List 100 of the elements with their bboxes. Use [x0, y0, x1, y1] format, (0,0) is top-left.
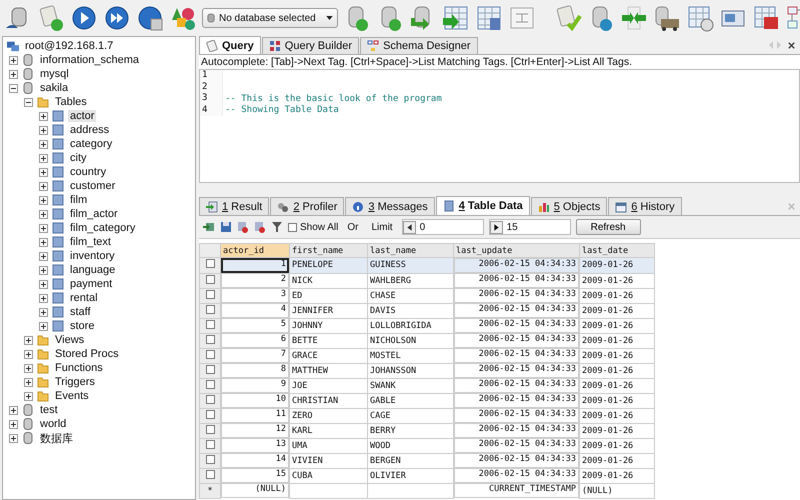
column-header[interactable]: last_update [454, 244, 580, 258]
expand-toggle[interactable] [39, 196, 48, 204]
play-icon[interactable] [70, 4, 98, 32]
tree-item[interactable]: Triggers [53, 376, 97, 388]
expand-toggle[interactable] [39, 210, 48, 218]
result-tab[interactable]: 1 Result [199, 197, 270, 215]
grid-icon[interactable] [686, 4, 714, 32]
tree-item[interactable]: film_text [68, 236, 113, 248]
tree-item[interactable]: Functions [53, 362, 105, 374]
grid-icon[interactable] [442, 4, 470, 32]
tree-item[interactable]: test [38, 404, 60, 416]
scroll-icon[interactable] [37, 4, 65, 32]
next-icon[interactable] [490, 220, 503, 234]
tree-item[interactable]: Tables [53, 96, 89, 108]
result-tab[interactable]: 2 Profiler [270, 197, 344, 215]
query-editor[interactable]: 1 2 3 -- This is the basic look of the program 4 -- Showing Table Data [199, 69, 800, 183]
row-checkbox[interactable] [206, 440, 214, 448]
expand-toggle[interactable] [24, 98, 33, 106]
grid-icon[interactable] [752, 4, 780, 32]
tree-item[interactable]: language [68, 264, 118, 276]
row-checkbox[interactable] [206, 334, 214, 344]
insert-row-icon[interactable] [203, 221, 215, 233]
row-checkbox[interactable] [206, 454, 214, 464]
tree-item[interactable]: sakila [38, 82, 70, 94]
column-header[interactable]: last_date [580, 244, 654, 258]
row-checkbox[interactable] [206, 259, 214, 268]
row-checkbox[interactable] [206, 424, 214, 434]
tree-item[interactable]: film [68, 194, 90, 206]
result-tab[interactable]: 4 Table Data [436, 196, 530, 215]
tree-item[interactable]: category [68, 138, 114, 150]
expand-toggle[interactable] [39, 224, 48, 232]
tree-item[interactable]: world [38, 418, 68, 430]
expand-toggle[interactable] [39, 294, 48, 302]
row-checkbox[interactable] [206, 290, 214, 298]
expand-toggle[interactable] [9, 84, 18, 92]
save-icon[interactable] [220, 221, 232, 233]
row-checkbox[interactable] [206, 364, 214, 374]
result-tab[interactable]: 3 Messages [345, 197, 435, 215]
tree-item[interactable]: root@192.168.1.7 [23, 40, 116, 52]
offset-field[interactable]: 0 [402, 219, 484, 235]
expand-toggle[interactable] [39, 154, 48, 162]
tree-item[interactable]: country [68, 166, 108, 178]
expand-toggle[interactable] [39, 308, 48, 316]
fast-forward-icon[interactable] [103, 4, 131, 32]
column-header[interactable]: first_name [290, 244, 368, 258]
arrows-icon[interactable] [620, 4, 648, 32]
row-checkbox[interactable] [206, 394, 214, 404]
tree-item[interactable]: Events [53, 390, 91, 402]
column-header[interactable]: last_name [368, 244, 454, 258]
expand-toggle[interactable] [24, 336, 33, 344]
delete-rows-icon[interactable] [254, 221, 266, 233]
expand-toggle[interactable] [24, 392, 33, 400]
filter-icon[interactable] [271, 221, 283, 233]
tree-item[interactable]: film_category [68, 222, 138, 234]
column-header[interactable]: actor_id [220, 244, 290, 258]
tree-item[interactable]: film_actor [68, 208, 120, 220]
expand-toggle[interactable] [9, 420, 18, 428]
row-checkbox[interactable] [206, 410, 214, 418]
expand-toggle[interactable] [39, 252, 48, 260]
expand-toggle[interactable] [39, 112, 48, 120]
expand-toggle[interactable] [24, 364, 33, 372]
show-all-checkbox[interactable]: Show All [288, 222, 338, 232]
close-icon[interactable] [787, 41, 796, 50]
tree-item[interactable]: mysql [38, 68, 71, 80]
expand-toggle[interactable] [9, 434, 18, 442]
expand-toggle[interactable] [39, 280, 48, 288]
expand-toggle[interactable] [39, 126, 48, 134]
row-checkbox[interactable] [206, 470, 214, 478]
truck-icon[interactable] [652, 4, 681, 32]
tree-item[interactable]: inventory [68, 250, 117, 262]
tree-item[interactable]: Stored Procs [53, 348, 121, 360]
expand-toggle[interactable] [9, 56, 18, 64]
expand-toggle[interactable] [39, 140, 48, 148]
tree-item[interactable]: actor [68, 110, 96, 122]
expand-toggle[interactable] [39, 322, 48, 330]
expand-toggle[interactable] [9, 406, 18, 414]
grid-icon[interactable] [474, 4, 503, 32]
row-checkbox[interactable] [206, 274, 214, 284]
count-field[interactable]: 15 [488, 219, 571, 235]
expand-toggle[interactable] [39, 168, 48, 176]
row-checkbox[interactable] [206, 320, 214, 328]
tree-item[interactable]: address [68, 124, 112, 136]
previous-icon[interactable] [402, 220, 416, 234]
tree-item[interactable]: 数据库 [38, 430, 75, 446]
editor-tab[interactable]: Query [199, 36, 261, 54]
row-checkbox[interactable] [206, 304, 214, 314]
expand-toggle[interactable] [9, 70, 18, 78]
row-checkbox[interactable] [206, 380, 214, 388]
tree-item[interactable]: Views [53, 334, 86, 346]
refresh-button[interactable]: Refresh [576, 219, 641, 235]
row-checkbox[interactable] [206, 350, 214, 358]
expand-toggle[interactable] [24, 350, 33, 358]
delete-row-icon[interactable] [237, 221, 249, 233]
tree-item[interactable]: customer [68, 180, 118, 192]
tree-item[interactable]: staff [68, 306, 93, 318]
tree-item[interactable]: store [68, 320, 96, 332]
expand-toggle[interactable] [24, 378, 33, 386]
result-tab[interactable]: 6 History [608, 197, 682, 215]
tree-item[interactable]: information_schema [38, 54, 142, 66]
tree-item[interactable]: rental [68, 292, 100, 304]
